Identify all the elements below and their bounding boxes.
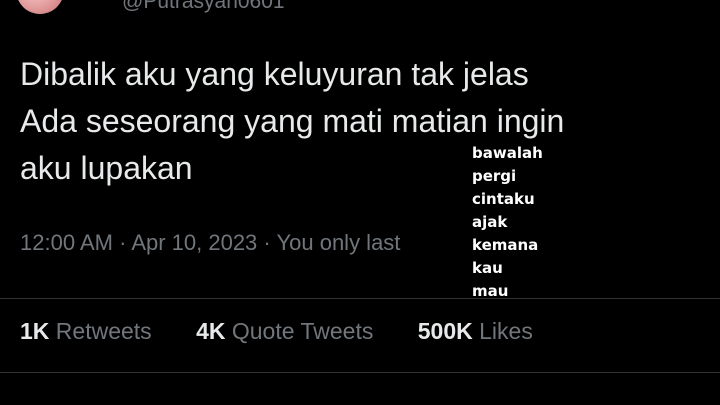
retweets-label: Retweets	[55, 318, 152, 344]
tweet-date[interactable]: Apr 10, 2023	[131, 230, 257, 255]
quote-tweets-stat[interactable]: 4K Quote Tweets	[196, 318, 373, 345]
meta-separator: ·	[263, 230, 271, 255]
quote-tweets-count: 4K	[196, 318, 226, 344]
tweet-text: Dibalik aku yang keluyuran tak jelas Ada…	[20, 51, 710, 192]
quote-tweets-label: Quote Tweets	[231, 318, 374, 344]
divider	[0, 298, 720, 299]
overlay-word: mau	[472, 282, 509, 300]
engagement-stats: 1K Retweets 4K Quote Tweets 500K Likes	[20, 318, 571, 345]
overlay-word: cintaku	[472, 190, 535, 208]
tweet-metadata: 12:00 AM · Apr 10, 2023 · You only last	[20, 230, 400, 256]
author-handle[interactable]: @Putrasyan0601	[122, 0, 285, 14]
likes-count: 500K	[417, 318, 473, 344]
overlay-word: kau	[472, 259, 503, 277]
overlay-word: kemana	[472, 236, 539, 254]
divider	[0, 372, 720, 373]
retweets-count: 1K	[20, 318, 50, 344]
likes-stat[interactable]: 500K Likes	[418, 318, 533, 345]
meta-separator: ·	[119, 230, 127, 255]
tweet-line: Ada seseorang yang mati matian ingin	[20, 103, 565, 139]
tweet-line: Dibalik aku yang keluyuran tak jelas	[20, 56, 529, 92]
likes-label: Likes	[479, 318, 533, 344]
tweet-line: aku lupakan	[20, 150, 193, 186]
avatar[interactable]	[16, 0, 64, 14]
overlay-word: pergi	[472, 167, 517, 185]
overlay-word: bawalah	[472, 144, 543, 162]
tweet-audience: You only last	[276, 230, 401, 255]
lyrics-overlay: bawalah pergi cintaku ajak kemana kau ma…	[470, 142, 582, 303]
retweets-stat[interactable]: 1K Retweets	[20, 318, 152, 345]
tweet-time[interactable]: 12:00 AM	[20, 230, 113, 255]
overlay-word: ajak	[472, 213, 508, 231]
